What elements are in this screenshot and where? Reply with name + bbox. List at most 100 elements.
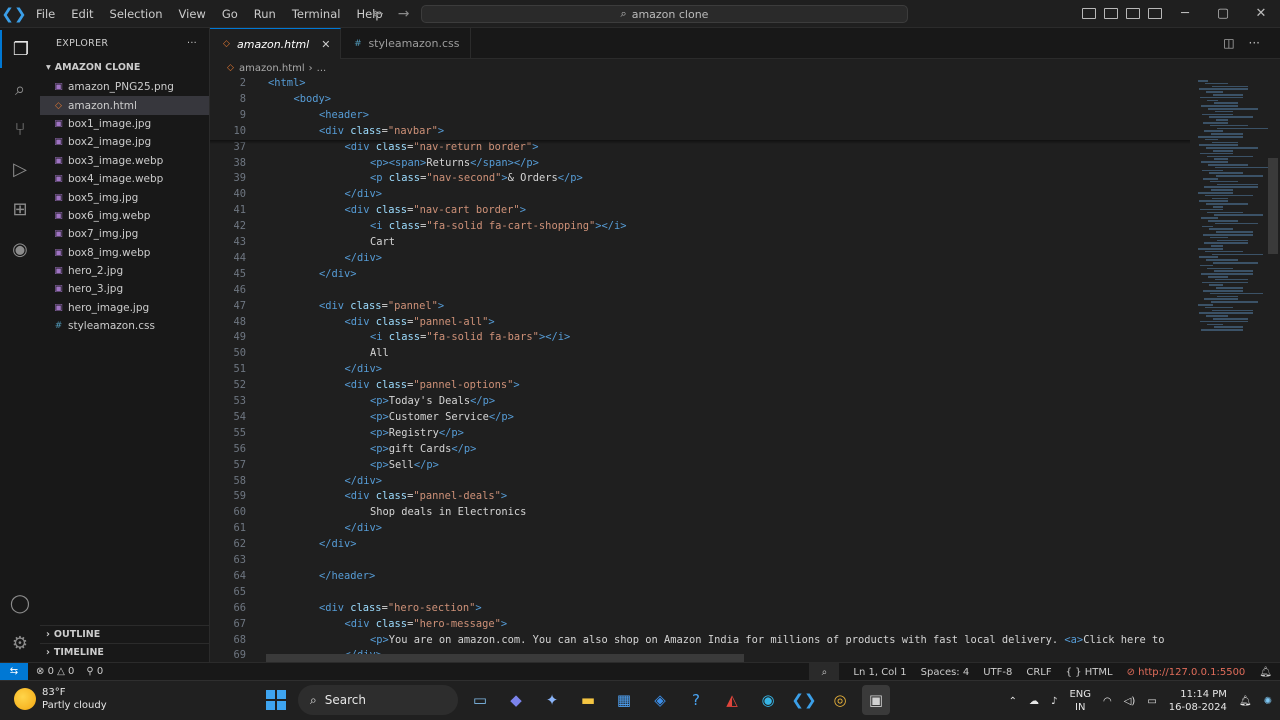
chrome-icon[interactable]: ◎ bbox=[826, 685, 854, 715]
notifications-bell-icon[interactable]: 🔔︎ bbox=[1259, 667, 1272, 678]
code-line[interactable]: 53 <p>Today's Deals</p> bbox=[210, 394, 1190, 410]
menu-selection[interactable]: Selection bbox=[102, 0, 171, 28]
chevron-up-icon[interactable]: ⌃ bbox=[1009, 696, 1017, 707]
code-line[interactable]: 39 <p class="nav-second">& Orders</p> bbox=[210, 171, 1190, 187]
code-line[interactable]: 47 <div class="pannel"> bbox=[210, 299, 1190, 315]
onedrive-cloud-icon[interactable]: ☁ bbox=[1029, 696, 1039, 707]
mysql-icon[interactable]: ◈ bbox=[646, 685, 674, 715]
battery-icon[interactable]: ▭ bbox=[1147, 696, 1156, 707]
back-arrow-icon[interactable]: ← bbox=[372, 0, 384, 28]
code-line[interactable]: 65 bbox=[210, 585, 1190, 601]
notification-icon[interactable]: 🔔︎ bbox=[1239, 696, 1252, 707]
teams-icon[interactable]: ◆ bbox=[502, 685, 530, 715]
outline-section[interactable]: › OUTLINE bbox=[40, 625, 210, 643]
problems-indicator[interactable]: ⊗ 0 △ 0 bbox=[36, 666, 74, 677]
code-line[interactable]: 56 <p>gift Cards</p> bbox=[210, 442, 1190, 458]
weather-widget[interactable]: 83°F Partly cloudy bbox=[14, 686, 107, 712]
clock[interactable]: 11:14 PM 16-08-2024 bbox=[1169, 688, 1227, 714]
menu-file[interactable]: File bbox=[28, 0, 63, 28]
code-line[interactable]: 50 All bbox=[210, 346, 1190, 362]
code-line[interactable]: 62 </div> bbox=[210, 537, 1190, 553]
customize-layout-icon[interactable] bbox=[1148, 8, 1162, 19]
active-app-icon[interactable]: ▣ bbox=[862, 685, 890, 715]
file-item[interactable]: ▣ box8_img.webp bbox=[40, 244, 209, 262]
code-line[interactable]: 8 <body> bbox=[210, 92, 1190, 108]
code-line[interactable]: 38 <p><span>Returns</span></p> bbox=[210, 156, 1190, 172]
line-ending[interactable]: CRLF bbox=[1026, 667, 1051, 678]
code-line[interactable]: 58 </div> bbox=[210, 474, 1190, 490]
code-line[interactable]: 46 bbox=[210, 283, 1190, 299]
mcafee-icon[interactable]: ◭ bbox=[718, 685, 746, 715]
copilot-icon[interactable]: ✺ bbox=[1264, 696, 1272, 707]
code-line[interactable]: 10 <div class="navbar"> bbox=[210, 124, 1190, 140]
edge-icon[interactable]: ◉ bbox=[754, 685, 782, 715]
code-line[interactable]: 9 <header> bbox=[210, 108, 1190, 124]
file-explorer-icon[interactable]: ▬ bbox=[574, 685, 602, 715]
ports-indicator[interactable]: ⚲ 0 bbox=[86, 666, 103, 677]
code-line[interactable]: 43 Cart bbox=[210, 235, 1190, 251]
encoding[interactable]: UTF-8 bbox=[983, 667, 1012, 678]
wifi-icon[interactable]: ◠ bbox=[1103, 696, 1112, 707]
folder-header[interactable]: ▾ AMAZON CLONE bbox=[40, 58, 209, 76]
file-item[interactable]: ▣ amazon_PNG25.png bbox=[40, 78, 209, 96]
microphone-icon[interactable]: ♪ bbox=[1051, 696, 1057, 707]
menu-terminal[interactable]: Terminal bbox=[284, 0, 349, 28]
explorer-icon[interactable]: ❐ bbox=[0, 30, 40, 68]
run-debug-icon[interactable]: ▷ bbox=[0, 150, 40, 188]
menu-view[interactable]: View bbox=[171, 0, 214, 28]
code-line[interactable]: 44 </div> bbox=[210, 251, 1190, 267]
account-icon[interactable]: ◯ bbox=[0, 584, 40, 622]
code-line[interactable]: 64 </header> bbox=[210, 569, 1190, 585]
code-line[interactable]: 66 <div class="hero-section"> bbox=[210, 601, 1190, 617]
task-view-icon[interactable]: ▭ bbox=[466, 685, 494, 715]
file-item[interactable]: ▣ box3_image.webp bbox=[40, 152, 209, 170]
file-item[interactable]: ▣ hero_image.jpg bbox=[40, 299, 209, 317]
code-line[interactable]: 41 <div class="nav-cart border"> bbox=[210, 203, 1190, 219]
file-item[interactable]: ◇ amazon.html bbox=[40, 96, 209, 115]
code-line[interactable]: 45 </div> bbox=[210, 267, 1190, 283]
language-indicator[interactable]: ENG IN bbox=[1069, 688, 1091, 714]
edge-devtools-icon[interactable]: ◉ bbox=[0, 230, 40, 268]
remote-indicator-icon[interactable]: ⇆ bbox=[0, 662, 28, 681]
tab-styleamazon-css[interactable]: # styleamazon.css bbox=[341, 28, 471, 59]
more-actions-icon[interactable]: ··· bbox=[187, 38, 197, 49]
code-line[interactable]: 51 </div> bbox=[210, 362, 1190, 378]
command-center[interactable]: ⌕ amazon clone bbox=[421, 5, 908, 23]
language-mode[interactable]: { } HTML bbox=[1066, 667, 1113, 678]
timeline-section[interactable]: › TIMELINE bbox=[40, 643, 210, 661]
taskbar-search[interactable]: ⌕ Search bbox=[298, 685, 458, 715]
breadcrumb-rest[interactable]: ... bbox=[317, 63, 327, 74]
minimize-icon[interactable]: ─ bbox=[1166, 0, 1204, 28]
code-line[interactable]: 42 <i class="fa-solid fa-cart-shopping"><… bbox=[210, 219, 1190, 235]
code-line[interactable]: 57 <p>Sell</p> bbox=[210, 458, 1190, 474]
menu-edit[interactable]: Edit bbox=[63, 0, 101, 28]
split-editor-icon[interactable]: ◫ bbox=[1223, 36, 1234, 50]
zoom-icon[interactable]: ⌕ bbox=[809, 663, 840, 681]
code-line[interactable]: 54 <p>Customer Service</p> bbox=[210, 410, 1190, 426]
close-window-icon[interactable]: ✕ bbox=[1242, 0, 1280, 28]
code-line[interactable]: 40 </div> bbox=[210, 187, 1190, 203]
file-item[interactable]: ▣ hero_3.jpg bbox=[40, 280, 209, 298]
extensions-icon[interactable]: ⊞ bbox=[0, 190, 40, 228]
store-icon[interactable]: ▦ bbox=[610, 685, 638, 715]
vertical-scrollbar[interactable] bbox=[1268, 158, 1278, 254]
help-icon[interactable]: ? bbox=[682, 685, 710, 715]
file-item[interactable]: ▣ box6_img.webp bbox=[40, 207, 209, 225]
go-live-button[interactable]: ⊘ http://127.0.0.1:5500 bbox=[1127, 667, 1246, 678]
code-line[interactable]: 67 <div class="hero-message"> bbox=[210, 617, 1190, 633]
breadcrumb-file[interactable]: amazon.html bbox=[239, 63, 305, 74]
maximize-icon[interactable]: ▢ bbox=[1204, 0, 1242, 28]
indentation[interactable]: Spaces: 4 bbox=[921, 667, 970, 678]
settings-gear-icon[interactable]: ⚙ bbox=[0, 624, 40, 662]
toggle-sidebar-icon[interactable] bbox=[1082, 8, 1096, 19]
vscode-icon[interactable]: ❮❯ bbox=[790, 685, 818, 715]
code-line[interactable]: 55 <p>Registry</p> bbox=[210, 426, 1190, 442]
file-item[interactable]: ▣ box1_image.jpg bbox=[40, 115, 209, 133]
file-item[interactable]: ▣ box2_image.jpg bbox=[40, 133, 209, 151]
more-actions-icon[interactable]: ··· bbox=[1249, 36, 1260, 50]
menu-run[interactable]: Run bbox=[246, 0, 284, 28]
menu-go[interactable]: Go bbox=[214, 0, 246, 28]
code-line[interactable]: 60 Shop deals in Electronics bbox=[210, 505, 1190, 521]
file-item[interactable]: ▣ box5_img.jpg bbox=[40, 188, 209, 206]
toggle-panel-icon[interactable] bbox=[1104, 8, 1118, 19]
